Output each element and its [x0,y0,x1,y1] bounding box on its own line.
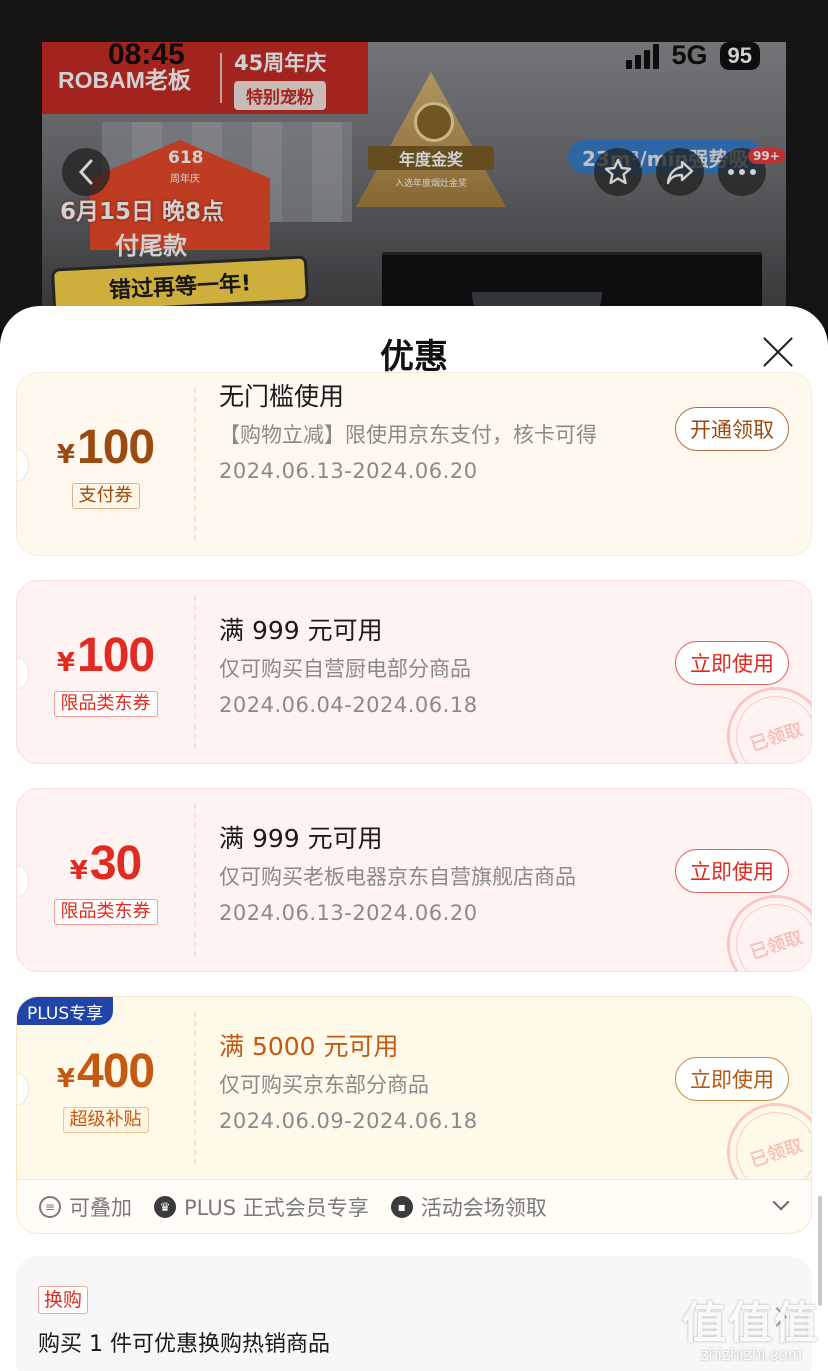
coupon-title: 满 5000 元可用 [219,1032,399,1061]
watermark-logo: 值值值 [682,1298,820,1349]
stack-icon: ≡ [39,1195,61,1218]
coupon-validity: 2024.06.09-2024.06.18 [219,1109,478,1133]
coupon-description: 仅可购买京东部分商品 [219,1073,429,1097]
currency-symbol: ¥ [69,855,88,886]
coupon-type-tag: 支付券 [71,482,140,509]
feature-stackable: ≡ 可叠加 [39,1192,132,1222]
coupon-separator [194,1011,196,1165]
use-now-button[interactable]: 立即使用 [675,849,789,893]
currency-symbol: ¥ [56,1063,75,1094]
coupon-description: 仅可购买老板电器京东自营旗舰店商品 [219,865,576,889]
coupon-amount: ¥ 100 [56,628,155,683]
chevron-down-icon[interactable] [772,1193,790,1211]
coupon-validity: 2024.06.13-2024.06.20 [219,459,478,483]
exchange-tag: 换购 [38,1286,89,1314]
coupon-value: 100 [77,628,155,682]
feature-label: 可叠加 [69,1195,132,1220]
close-button[interactable] [762,336,794,368]
feature-label: PLUS 正式会员专享 [184,1195,369,1220]
product-hero: ROBAM老板 45周年庆 特别宠粉 08:45 5G 95 618 周年庆 6… [0,0,828,330]
coupon-type-tag: 限品类东券 [53,690,158,717]
currency-symbol: ¥ [56,439,75,470]
ticket-icon: ▪ [390,1195,413,1218]
coupon-validity: 2024.06.13-2024.06.20 [219,901,478,925]
coupon-separator [194,595,196,749]
feature-plus-member: ♛ PLUS 正式会员专享 [154,1192,369,1222]
coupon-title: 满 999 元可用 [219,616,383,645]
feature-label: 活动会场领取 [420,1195,547,1220]
coupon-value: 400 [77,1044,155,1098]
coupon-description: 【购物立减】限使用京东支付，核卡可得 [219,423,597,447]
modal-overlay[interactable] [0,0,828,330]
offers-sheet: 优惠 ¥ 100 支付券 无门槛使用 【购物立减】限使用京东支付，核卡可得 20… [0,306,828,1371]
coupon-value: 30 [89,836,142,890]
feature-event-venue: ▪ 活动会场领取 [390,1192,547,1222]
coupon-separator [194,803,196,957]
coupon-card: ¥ 100 支付券 无门槛使用 【购物立减】限使用京东支付，核卡可得 2024.… [16,372,812,556]
coupon-card-plus: PLUS专享 ¥ 400 超级补贴 满 5000 元可用 仅可购买京东部分商品 … [16,996,812,1180]
currency-symbol: ¥ [56,647,75,678]
watermark: 值值值 zhizhizhi.com [682,1287,820,1365]
use-now-button[interactable]: 立即使用 [675,1057,789,1101]
coupon-title: 满 999 元可用 [219,824,383,853]
coupon-validity: 2024.06.04-2024.06.18 [219,693,478,717]
coupon-separator [194,387,196,541]
coupon-type-tag: 限品类东券 [53,898,158,925]
exchange-title: 购买 1 件可优惠换购热销商品 [38,1332,330,1357]
plus-exclusive-badge: PLUS专享 [17,997,114,1025]
coupon-features[interactable]: ≡ 可叠加 ♛ PLUS 正式会员专享 ▪ 活动会场领取 [16,1180,812,1234]
coupon-amount: ¥ 30 [69,836,142,891]
coupon-amount: ¥ 100 [56,420,155,475]
coupon-type-tag: 超级补贴 [62,1106,149,1133]
sheet-title: 优惠 [380,336,448,377]
coupon-value: 100 [77,420,155,474]
coupon-card: ¥ 100 限品类东券 满 999 元可用 仅可购买自营厨电部分商品 2024.… [16,580,812,764]
crown-icon: ♛ [154,1195,176,1218]
coupon-card: ¥ 30 限品类东券 满 999 元可用 仅可购买老板电器京东自营旗舰店商品 2… [16,788,812,972]
activate-claim-button[interactable]: 开通领取 [675,407,789,451]
coupon-title: 无门槛使用 [219,382,345,411]
coupon-description: 仅可购买自营厨电部分商品 [219,657,471,681]
coupon-amount: ¥ 400 [56,1044,155,1099]
use-now-button[interactable]: 立即使用 [675,641,789,685]
watermark-url: zhizhizhi.com [699,1345,803,1364]
